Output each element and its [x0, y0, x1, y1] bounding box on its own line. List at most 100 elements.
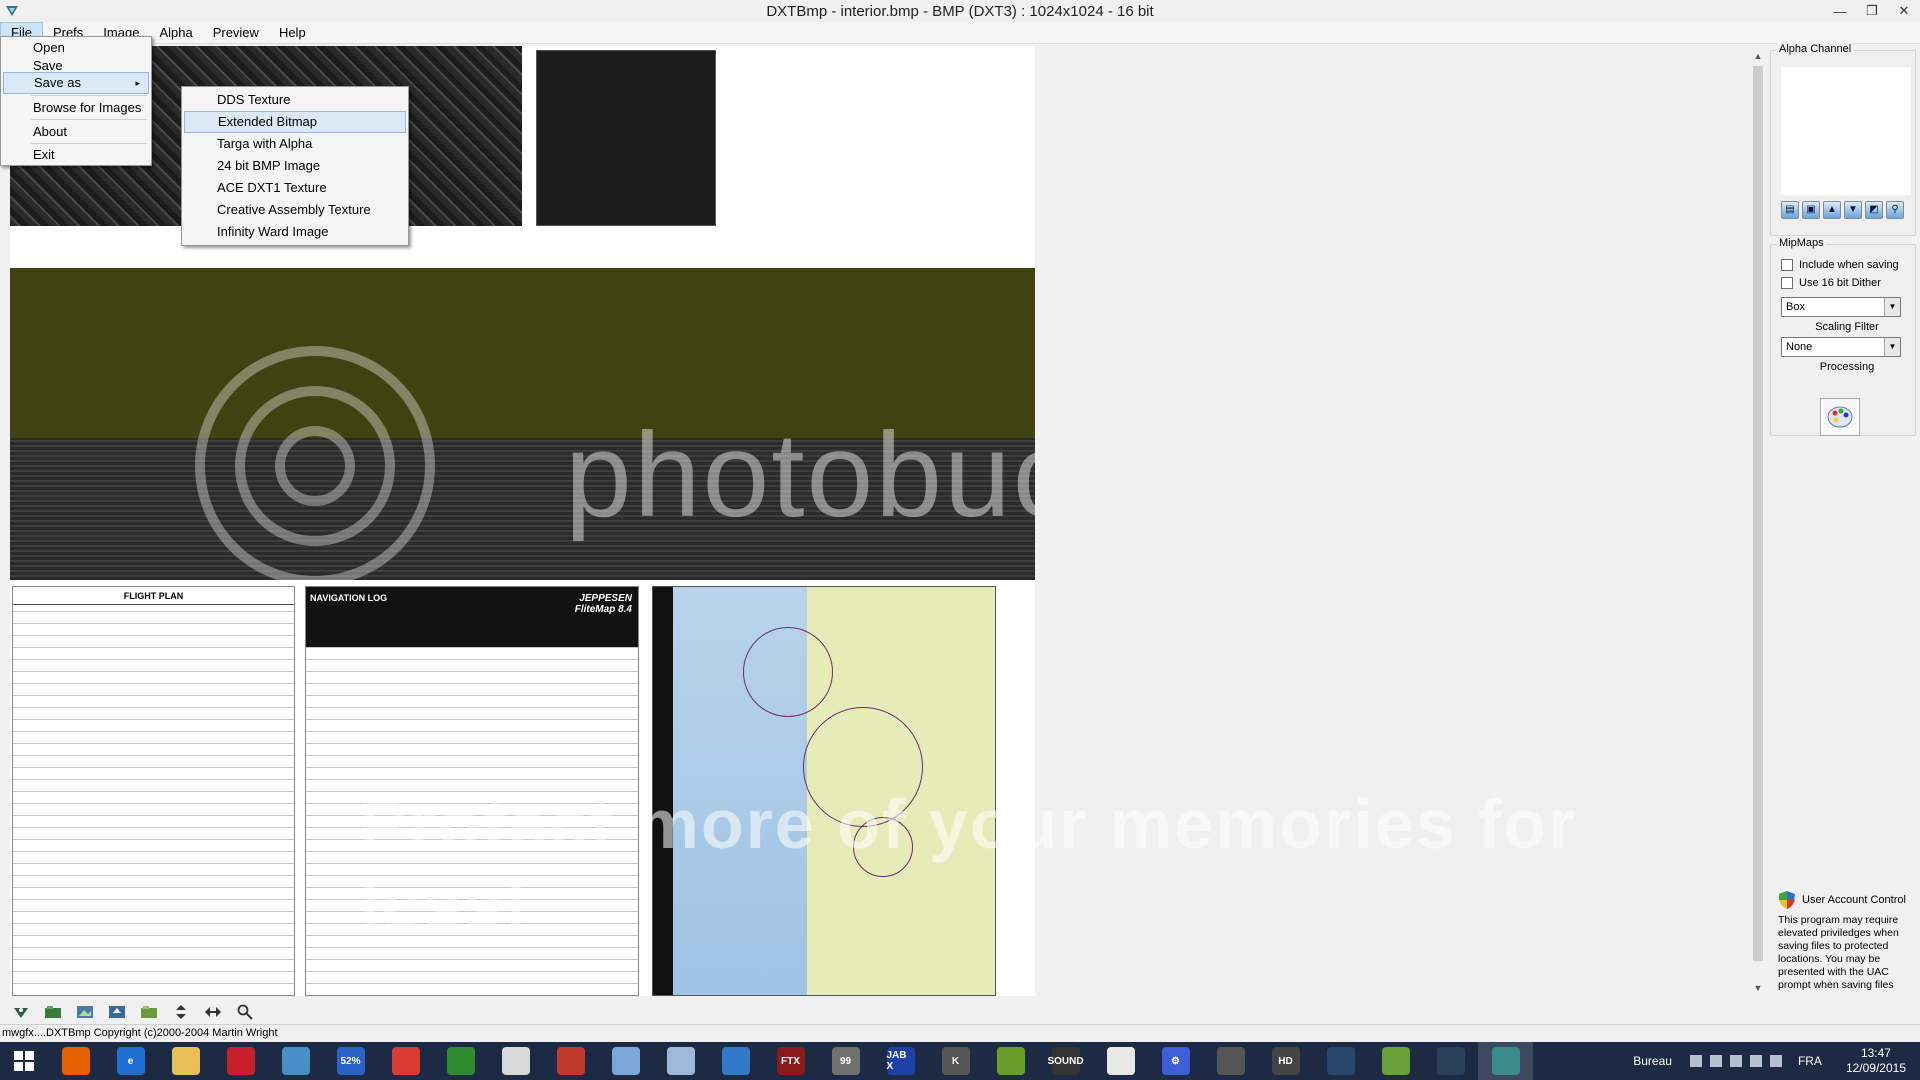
taskbar-app-ftx-app[interactable]: FTX	[763, 1042, 818, 1080]
alpha-export-icon[interactable]: ▼	[1844, 201, 1862, 219]
menu-item-targa-alpha[interactable]: Targa with Alpha	[184, 133, 406, 155]
k-app-icon: K	[941, 1047, 970, 1075]
menu-item-dds-texture[interactable]: DDS Texture	[184, 89, 406, 111]
folder-icon[interactable]	[138, 1002, 160, 1022]
checkbox-box[interactable]	[1781, 277, 1793, 289]
include-when-saving-checkbox[interactable]: Include when saving	[1781, 259, 1899, 271]
mip-filter-select[interactable]: Box ▼	[1781, 297, 1901, 317]
taskbar-app-hd-app[interactable]: HD	[1258, 1042, 1313, 1080]
taskbar-app-steam[interactable]	[1423, 1042, 1478, 1080]
taskbar-app-chrome[interactable]	[378, 1042, 433, 1080]
clock-time: 13:47	[1860, 1046, 1891, 1060]
taskbar-app-mail-app[interactable]	[708, 1042, 763, 1080]
taskbar-app-sound-app[interactable]: SOUND	[1038, 1042, 1093, 1080]
use-16bit-dither-checkbox[interactable]: Use 16 bit Dither	[1781, 277, 1881, 289]
menu-item-ace-dxt1[interactable]: ACE DXT1 Texture	[184, 177, 406, 199]
menu-item-save-as[interactable]: Save as ▸	[3, 72, 149, 94]
app-icon[interactable]	[4, 3, 20, 19]
close-button[interactable]: ✕	[1888, 0, 1920, 22]
taskbar-app-internet-explorer[interactable]: e	[103, 1042, 158, 1080]
taskbar-app-settings-app[interactable]: ⚙	[1148, 1042, 1203, 1080]
menu-item-extended-bitmap[interactable]: Extended Bitmap	[184, 111, 406, 133]
taskbar-app-orb-app[interactable]	[1313, 1042, 1368, 1080]
green-app-icon	[446, 1047, 475, 1075]
tray-power-icon[interactable]	[1729, 1055, 1742, 1067]
menu-item-24bit-bmp[interactable]: 24 bit BMP Image	[184, 155, 406, 177]
zoom-icon[interactable]	[234, 1002, 256, 1022]
taskbar-app-dxtbmp[interactable]	[1478, 1042, 1533, 1080]
taskbar-app-glider-app[interactable]	[1368, 1042, 1423, 1080]
menu-preview[interactable]: Preview	[203, 22, 269, 44]
maximize-button[interactable]: ❐	[1856, 0, 1888, 22]
chevron-down-icon[interactable]: ▼	[1884, 298, 1900, 316]
scroll-down-icon[interactable]: ▼	[1750, 980, 1766, 996]
scrollbar-thumb[interactable]	[1753, 66, 1763, 961]
taskbar-app-toolbox-app[interactable]	[543, 1042, 598, 1080]
taskbar-app-jabx-app[interactable]: JAB X	[873, 1042, 928, 1080]
taskbar-app-gray-app[interactable]	[1203, 1042, 1258, 1080]
open-folder-icon[interactable]	[42, 1002, 64, 1022]
fit-horizontal-icon[interactable]	[202, 1002, 224, 1022]
capture-icon[interactable]	[10, 1002, 32, 1022]
scroll-up-icon[interactable]: ▲	[1750, 48, 1766, 64]
document-app-icon	[666, 1047, 695, 1075]
start-button[interactable]	[0, 1042, 48, 1080]
language-indicator[interactable]: FRA	[1798, 1054, 1822, 1068]
taskbar-app-screen-app[interactable]: 99	[818, 1042, 873, 1080]
alpha-view-icon[interactable]: ◩	[1865, 201, 1883, 219]
alpha-open-icon[interactable]: ▤	[1781, 201, 1799, 219]
taskbar-app-plane-app[interactable]	[1093, 1042, 1148, 1080]
taskbar-app-calculator-app[interactable]	[598, 1042, 653, 1080]
glider-app-icon	[1381, 1047, 1410, 1075]
jeppesen-product: FliteMap 8.4	[574, 604, 632, 615]
alpha-import-icon[interactable]: ▲	[1823, 201, 1841, 219]
screen-app-icon: 99	[831, 1047, 860, 1075]
scaling-filter-select[interactable]: None ▼	[1781, 337, 1901, 357]
tray-volume-icon[interactable]	[1769, 1055, 1782, 1067]
taskbar-app-file-explorer[interactable]	[158, 1042, 213, 1080]
taskbar-app-firefox[interactable]	[48, 1042, 103, 1080]
jabx-app-icon: JAB X	[886, 1047, 915, 1075]
taskbar-app-triangle-app[interactable]: 52%	[323, 1042, 378, 1080]
orb-app-icon	[1326, 1047, 1355, 1075]
scaling-filter-label: Scaling Filter	[1815, 321, 1879, 333]
fit-vertical-icon[interactable]	[170, 1002, 192, 1022]
menu-item-exit[interactable]: Exit	[3, 144, 149, 166]
vertical-scrollbar[interactable]: ▲ ▼	[1750, 48, 1766, 996]
taskbar-app-k-app[interactable]: K	[928, 1042, 983, 1080]
settings-app-icon: ⚙	[1161, 1047, 1190, 1075]
taskbar-app-globe-app[interactable]	[268, 1042, 323, 1080]
menu-item-save-as-label: Save as	[34, 75, 81, 90]
menu-item-creative-assembly[interactable]: Creative Assembly Texture	[184, 199, 406, 221]
mail-app-icon	[721, 1047, 750, 1075]
taskbar-app-red-app[interactable]	[213, 1042, 268, 1080]
clock[interactable]: 13:47 12/09/2015	[1846, 1046, 1906, 1076]
menu-alpha[interactable]: Alpha	[149, 22, 202, 44]
minimize-button[interactable]: —	[1824, 0, 1856, 22]
ftx-app-icon: FTX	[776, 1047, 805, 1075]
jeppesen-brand: JEPPESEN	[579, 593, 632, 604]
title-bar: DXTBmp - interior.bmp - BMP (DXT3) : 102…	[0, 0, 1920, 22]
image-export-icon[interactable]	[106, 1002, 128, 1022]
menu-item-infinity-ward[interactable]: Infinity Ward Image	[184, 221, 406, 243]
alpha-save-icon[interactable]: ▣	[1802, 201, 1820, 219]
taskbar-app-document-app[interactable]	[653, 1042, 708, 1080]
process-button[interactable]	[1820, 398, 1860, 436]
taskbar-app-nvidia-app[interactable]	[983, 1042, 1038, 1080]
tray-network-icon[interactable]	[1709, 1055, 1722, 1067]
taskbar-app-eraser-app[interactable]	[488, 1042, 543, 1080]
alpha-toolbar: ▤ ▣ ▲ ▼ ◩ ⚲	[1781, 201, 1904, 219]
windows-taskbar: e 52% FTX 99 JAB X K SOUND ⚙ HD Bureau FRA 13:47…	[0, 1042, 1920, 1080]
menu-item-about[interactable]: About	[3, 121, 149, 143]
checkbox-box[interactable]	[1781, 259, 1793, 271]
desktop-toolbar-label[interactable]: Bureau	[1633, 1054, 1672, 1068]
menu-item-browse-images[interactable]: Browse for Images	[3, 97, 149, 119]
tray-flag-icon[interactable]	[1689, 1055, 1702, 1067]
taskbar-app-green-app[interactable]	[433, 1042, 488, 1080]
processing-label: Processing	[1819, 361, 1875, 373]
tray-signal-icon[interactable]	[1749, 1055, 1762, 1067]
alpha-zoom-icon[interactable]: ⚲	[1886, 201, 1904, 219]
chevron-down-icon[interactable]: ▼	[1884, 338, 1900, 356]
menu-help[interactable]: Help	[269, 22, 316, 44]
image-import-icon[interactable]	[74, 1002, 96, 1022]
